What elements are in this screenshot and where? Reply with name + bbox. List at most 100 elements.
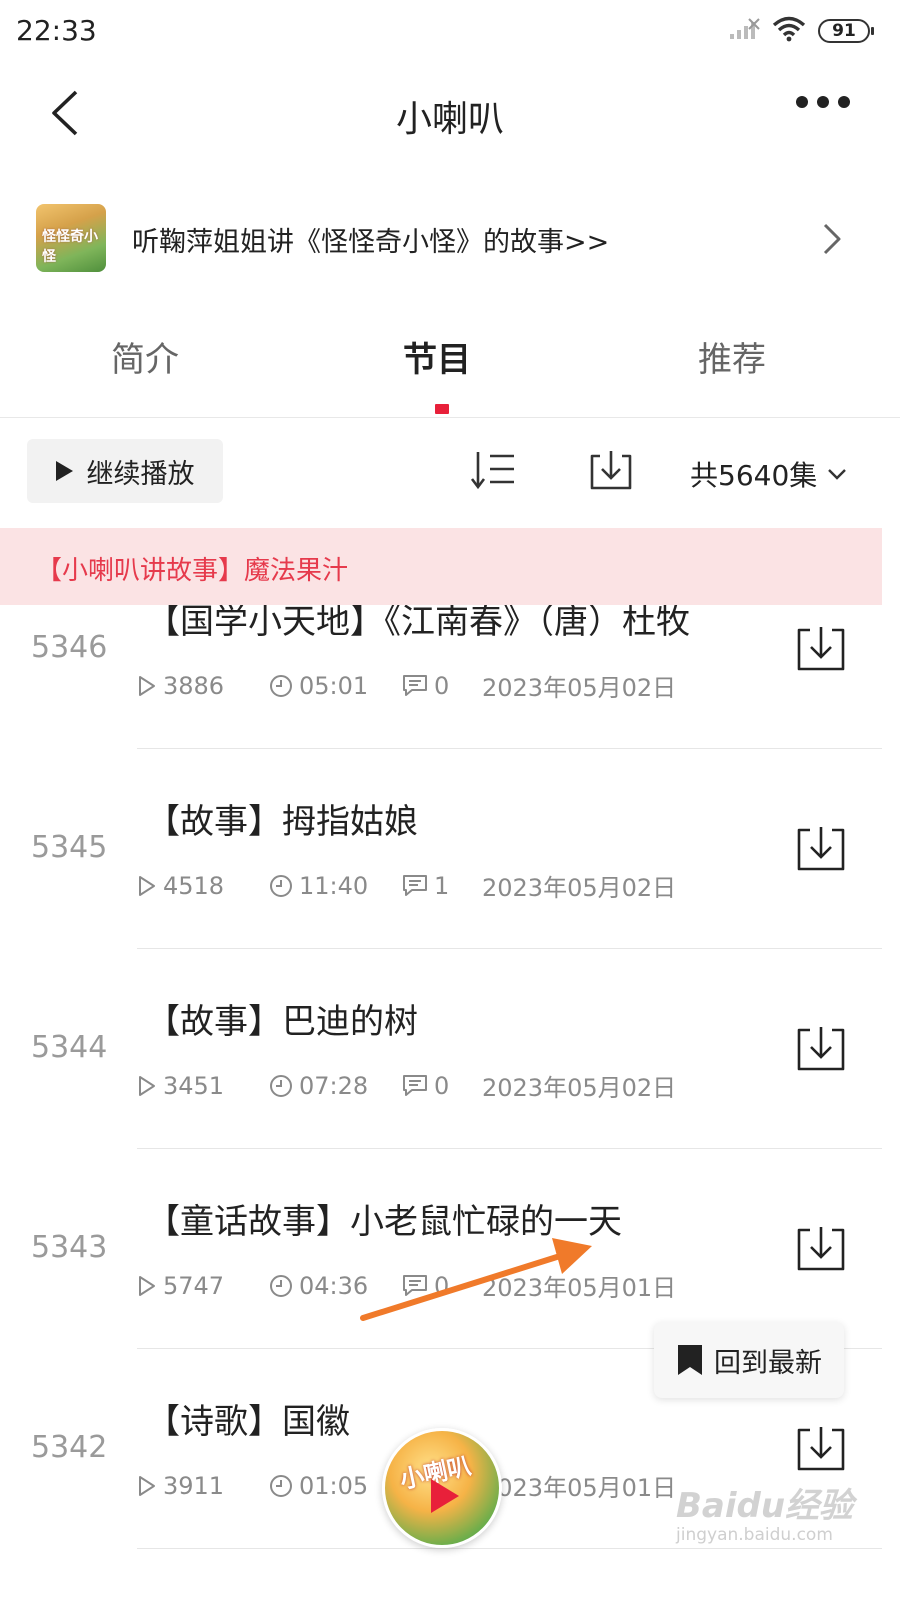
back-to-latest-label: 回到最新 xyxy=(714,1347,822,1379)
chevron-right-icon xyxy=(822,222,842,260)
now-playing-banner[interactable]: 【小喇叭讲故事】魔法果汁 xyxy=(0,528,882,605)
continue-play-button[interactable]: 继续播放 xyxy=(27,439,223,503)
episode-download-button[interactable] xyxy=(796,1024,846,1072)
play-icon xyxy=(431,1479,459,1513)
episode-duration: 04:36 xyxy=(299,1271,369,1300)
episode-title: 【童话故事】小老鼠忙碌的一天 xyxy=(146,1202,622,1242)
episode-download-button[interactable] xyxy=(796,1424,846,1472)
episode-row[interactable]: 5345 【故事】拇指姑娘 4518 11:40 1 2023年05月02日 xyxy=(0,800,900,1000)
episode-date: 2023年05月02日 xyxy=(482,674,677,702)
episode-row[interactable]: 5346 【国学小天地】《江南春》（唐）杜牧 3886 05:01 0 2023… xyxy=(0,605,900,800)
download-icon xyxy=(797,1227,845,1271)
episode-duration: 01:05 xyxy=(299,1471,369,1500)
more-button[interactable] xyxy=(796,96,850,108)
play-icon xyxy=(55,461,73,481)
nav-bar: 小喇叭 xyxy=(0,70,900,160)
episode-title: 【故事】巴迪的树 xyxy=(146,1002,418,1042)
comment-count: 1 xyxy=(434,871,450,900)
batch-download-button[interactable] xyxy=(588,448,634,496)
battery-icon: 91 xyxy=(818,19,874,43)
active-tab-indicator xyxy=(435,404,449,414)
tab-programs[interactable]: 节目 xyxy=(403,332,471,381)
tab-bar: 简介 节目 推荐 xyxy=(0,318,900,418)
episode-number: 5345 xyxy=(31,830,108,865)
episode-download-button[interactable] xyxy=(796,624,846,672)
play-count-icon xyxy=(139,1475,155,1496)
clock-icon xyxy=(270,874,292,897)
episode-count-select[interactable]: 共5640集 xyxy=(690,454,847,494)
episode-number: 5343 xyxy=(31,1230,108,1265)
comment-icon xyxy=(403,1274,427,1296)
play-count: 3451 xyxy=(163,1071,225,1100)
status-bar: 22:33 91 xyxy=(0,0,900,62)
clock-icon xyxy=(270,1474,292,1497)
signal-icon xyxy=(728,17,760,45)
tab-recommend[interactable]: 推荐 xyxy=(698,332,766,381)
episode-number: 5344 xyxy=(31,1030,108,1065)
album-cover-image: 怪怪奇小怪 xyxy=(36,204,106,272)
album-cover-text: 怪怪奇小怪 xyxy=(42,229,98,265)
episode-title: 【国学小天地】《江南春》（唐）杜牧 xyxy=(146,605,690,642)
episode-download-button[interactable] xyxy=(796,1224,846,1272)
download-icon xyxy=(797,627,845,671)
row-divider xyxy=(137,948,882,949)
bookmark-icon xyxy=(678,1345,702,1375)
wifi-icon xyxy=(772,16,806,46)
episode-meta: 5747 04:36 0 2023年05月01日 xyxy=(137,1268,676,1303)
play-count-icon xyxy=(139,875,155,896)
episode-download-button[interactable] xyxy=(796,824,846,872)
episode-date: 2023年05月02日 xyxy=(482,1074,677,1102)
episode-meta: 4518 11:40 1 2023年05月02日 xyxy=(137,868,676,903)
play-count: 3911 xyxy=(163,1471,225,1500)
episode-number: 5346 xyxy=(31,630,108,665)
comment-count: 0 xyxy=(434,1271,450,1300)
comment-icon xyxy=(403,1074,427,1096)
play-count-icon xyxy=(139,675,155,696)
download-icon xyxy=(797,1027,845,1071)
watermark: Baidu经验 jingyan.baidu.com xyxy=(676,1478,853,1545)
row-divider xyxy=(137,748,882,749)
episode-meta: 3886 05:01 0 2023年05月02日 xyxy=(137,668,676,703)
episode-date: 2023年05月02日 xyxy=(482,874,677,902)
episode-duration: 11:40 xyxy=(299,871,369,900)
continue-play-label: 继续播放 xyxy=(86,458,195,490)
comment-icon xyxy=(403,874,427,896)
row-divider xyxy=(137,1548,882,1549)
comment-count: 0 xyxy=(434,1071,450,1100)
tab-intro[interactable]: 简介 xyxy=(111,332,179,381)
row-divider xyxy=(137,1148,882,1149)
chevron-down-icon xyxy=(828,469,847,480)
sort-button[interactable] xyxy=(470,450,516,494)
play-count-icon xyxy=(139,1075,155,1096)
play-count: 4518 xyxy=(163,871,225,900)
back-to-latest-button[interactable]: 回到最新 xyxy=(654,1322,844,1398)
album-link-text: 听鞠萍姐姐讲《怪怪奇小怪》的故事>> xyxy=(132,227,610,258)
clock-icon xyxy=(270,1074,292,1097)
mini-player[interactable]: 小喇叭 xyxy=(382,1428,502,1548)
watermark-url: jingyan.baidu.com xyxy=(676,1525,833,1545)
album-link[interactable]: 怪怪奇小怪 听鞠萍姐姐讲《怪怪奇小怪》的故事>> xyxy=(0,200,900,276)
episode-title: 【诗歌】国徽 xyxy=(146,1402,350,1442)
comment-icon xyxy=(403,674,427,696)
more-dots-icon xyxy=(796,96,808,108)
comment-count: 0 xyxy=(434,671,450,700)
clock-icon xyxy=(270,1274,292,1297)
more-dots-icon xyxy=(817,96,829,108)
episode-duration: 07:28 xyxy=(299,1071,369,1100)
episode-number: 5342 xyxy=(31,1430,108,1465)
episode-count-label: 共5640集 xyxy=(690,459,818,492)
play-count: 3886 xyxy=(163,671,225,700)
status-icons: 91 xyxy=(728,16,874,46)
sort-icon xyxy=(470,452,514,490)
download-icon xyxy=(590,451,632,490)
play-count: 5747 xyxy=(163,1271,225,1300)
episode-duration: 05:01 xyxy=(299,671,369,700)
download-icon xyxy=(797,827,845,871)
episode-meta: 3451 07:28 0 2023年05月02日 xyxy=(137,1068,676,1103)
episode-row[interactable]: 5344 【故事】巴迪的树 3451 07:28 0 2023年05月02日 xyxy=(0,1000,900,1200)
episode-title: 【故事】拇指姑娘 xyxy=(146,802,418,842)
more-dots-icon xyxy=(838,96,850,108)
episode-date: 2023年05月01日 xyxy=(482,1274,677,1302)
list-toolbar: 继续播放 共5640集 xyxy=(0,436,900,506)
download-icon xyxy=(797,1427,845,1471)
